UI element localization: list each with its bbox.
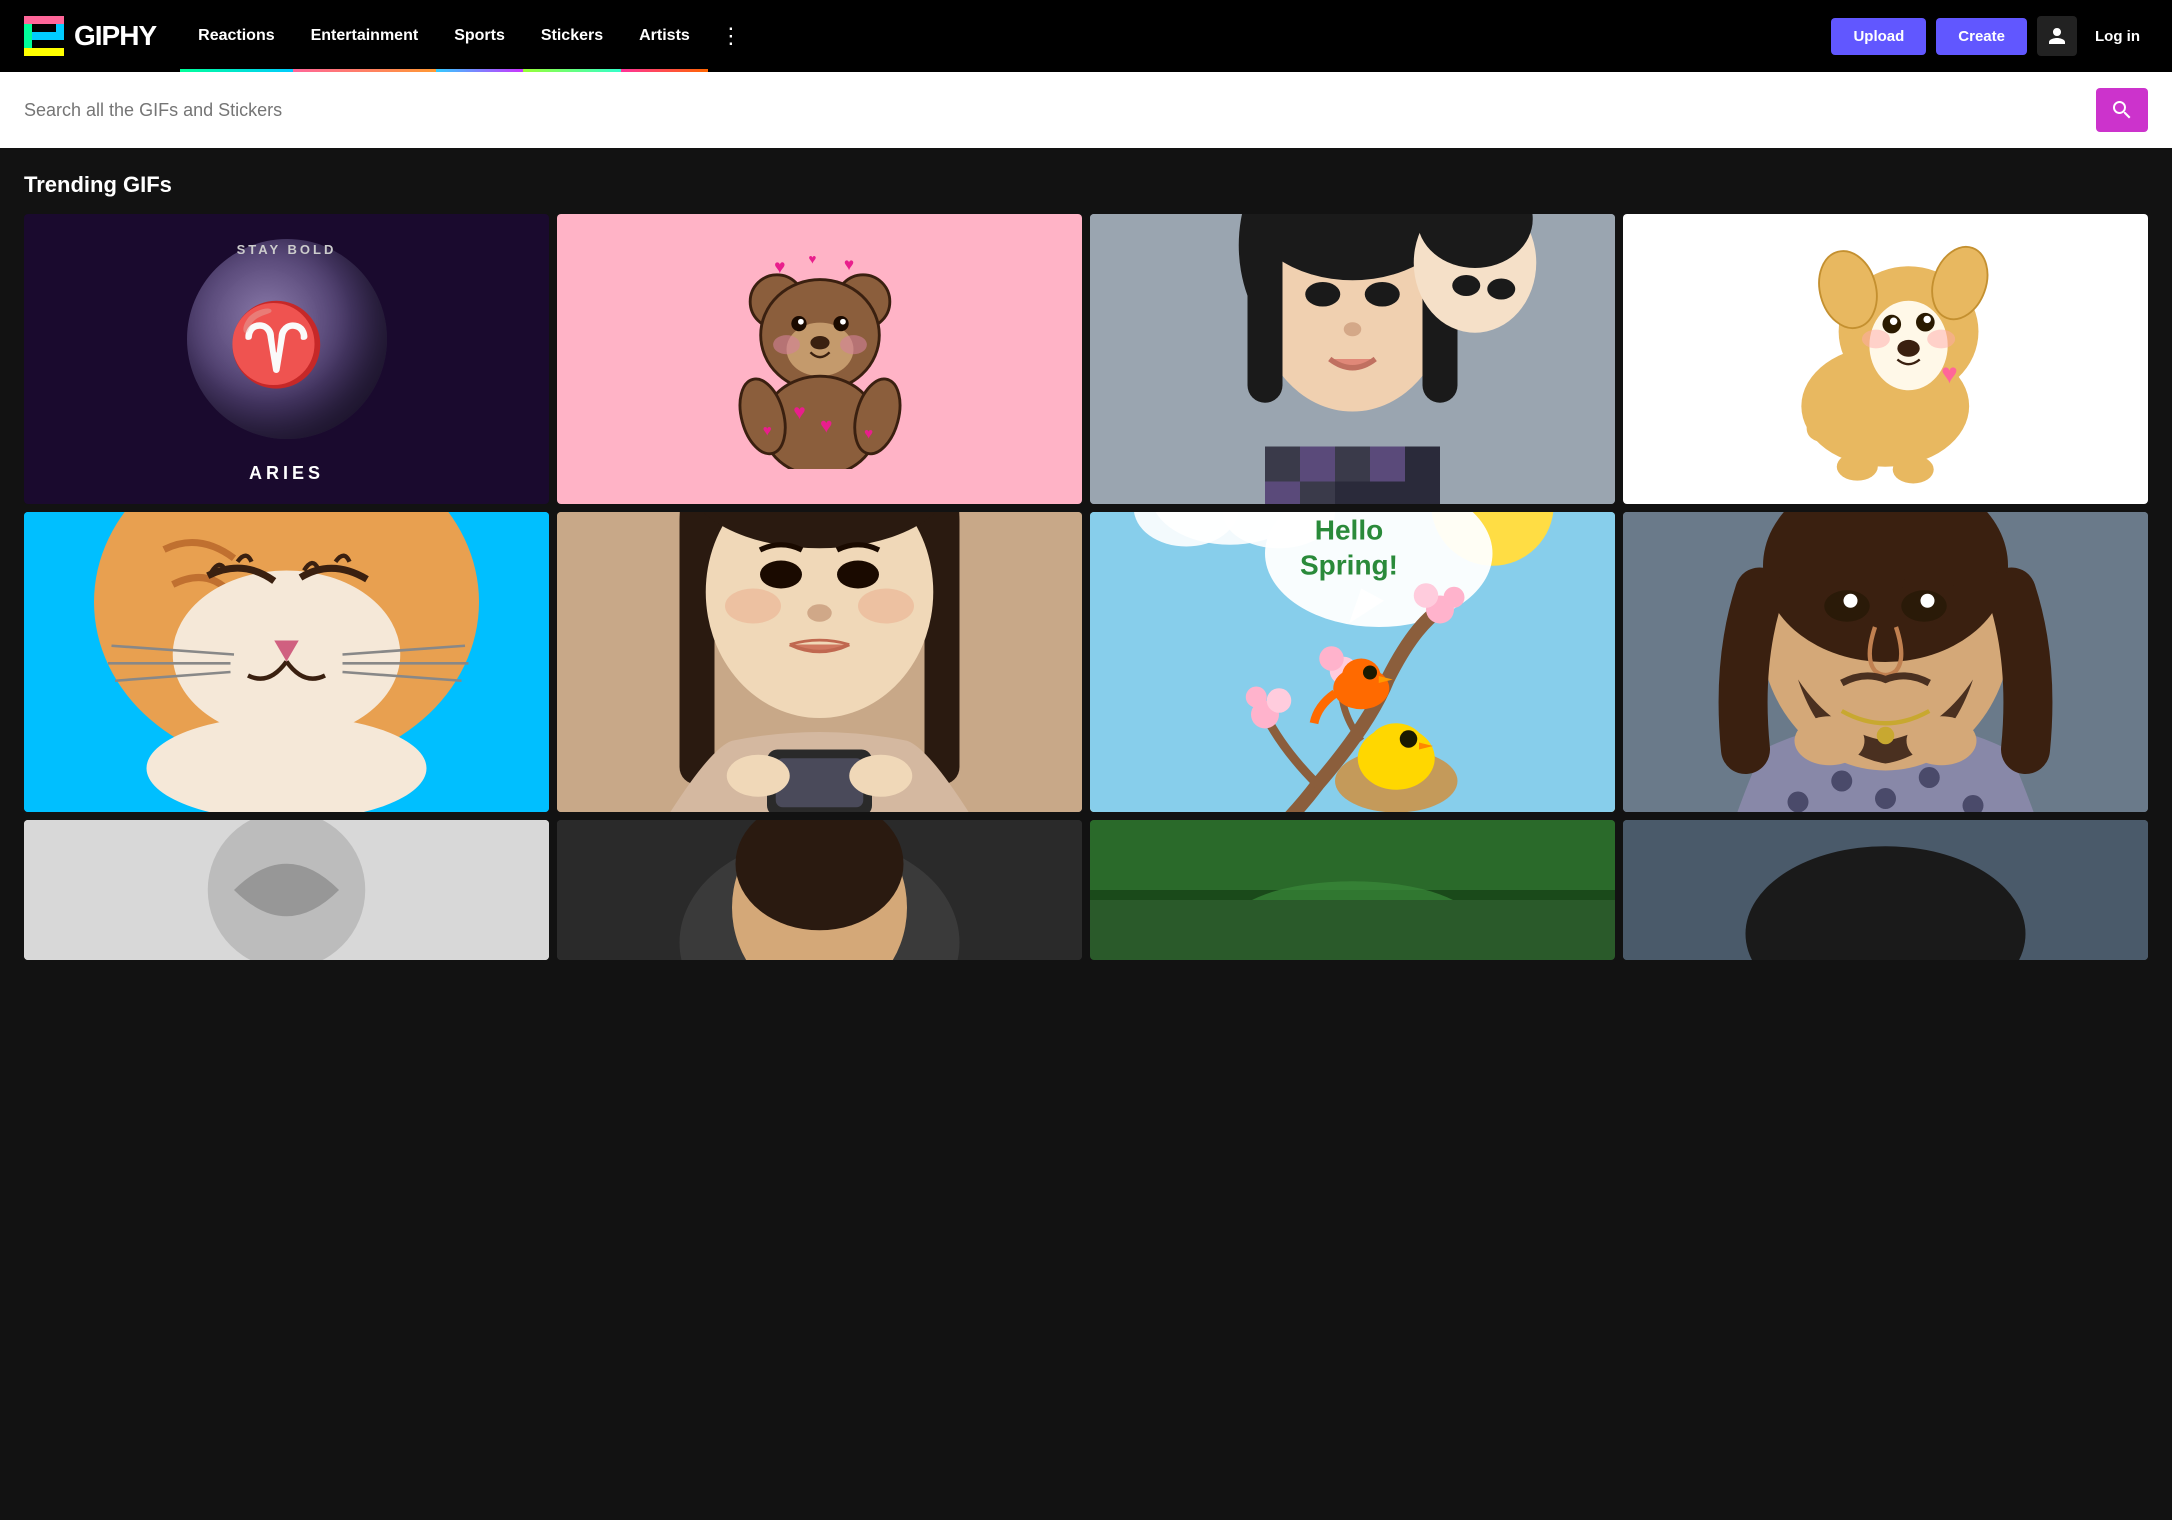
gif-grid-row-3 bbox=[24, 820, 2148, 960]
gif-grid-row-1: STAY BOLD ♈ ARIES bbox=[24, 214, 2148, 504]
bear-svg: ♥ ♥ ♥ ♥ ♥ ♥ ♥ bbox=[730, 249, 910, 469]
navbar: GIPHY Reactions Entertainment Sports Sti… bbox=[0, 0, 2172, 72]
user-icon-button[interactable] bbox=[2037, 16, 2077, 56]
corgi-svg: ♥ bbox=[1649, 229, 2122, 490]
svg-text:♥: ♥ bbox=[820, 415, 833, 438]
nav-item-stickers[interactable]: Stickers bbox=[523, 0, 621, 72]
svg-text:Hello: Hello bbox=[1315, 515, 1383, 546]
aries-symbol: ♈ bbox=[227, 298, 327, 392]
create-button[interactable]: Create bbox=[1936, 18, 2027, 55]
svg-text:♥: ♥ bbox=[1941, 357, 1958, 388]
gif-item-corgi[interactable]: ♥ bbox=[1623, 214, 2148, 504]
svg-text:♥: ♥ bbox=[774, 257, 785, 278]
gif-item-girl[interactable] bbox=[1090, 214, 1615, 504]
svg-text:♥: ♥ bbox=[864, 425, 873, 442]
spring-svg: Hello Spring! bbox=[1090, 512, 1615, 812]
logo-text: GIPHY bbox=[74, 20, 156, 52]
aries-label: ARIES bbox=[249, 463, 324, 484]
search-section bbox=[0, 72, 2172, 148]
gif-item-cat[interactable] bbox=[24, 512, 549, 812]
cat-svg bbox=[24, 512, 549, 812]
gif-item-bottom-left[interactable] bbox=[24, 820, 549, 960]
logo[interactable]: GIPHY bbox=[24, 16, 156, 56]
svg-text:♥: ♥ bbox=[793, 401, 806, 424]
bottom-center-svg bbox=[557, 820, 1082, 960]
svg-text:♥: ♥ bbox=[843, 254, 853, 274]
user-icon bbox=[2047, 26, 2067, 46]
man-svg bbox=[1623, 512, 2148, 812]
nav-item-sports[interactable]: Sports bbox=[436, 0, 523, 72]
bottom-right-svg bbox=[1623, 820, 2148, 960]
girl-svg bbox=[1090, 214, 1615, 504]
nav-item-entertainment[interactable]: Entertainment bbox=[293, 0, 437, 72]
search-input[interactable] bbox=[24, 92, 2096, 129]
gif-item-spring[interactable]: Hello Spring! bbox=[1090, 512, 1615, 812]
giphy-logo-icon bbox=[24, 16, 64, 56]
nav-right: Upload Create Log in bbox=[1831, 16, 2148, 56]
more-options-button[interactable]: ⋮ bbox=[708, 0, 754, 72]
main-content: Trending GIFs STAY BOLD ♈ ARIES bbox=[0, 148, 2172, 992]
svg-text:♥: ♥ bbox=[808, 251, 816, 266]
gif-item-bear[interactable]: ♥ ♥ ♥ ♥ ♥ ♥ ♥ bbox=[557, 214, 1082, 504]
bottom-green-svg bbox=[1090, 820, 1615, 900]
search-bar bbox=[24, 88, 2148, 132]
nav-item-reactions[interactable]: Reactions bbox=[180, 0, 292, 72]
gif-item-bottom-center-1[interactable] bbox=[557, 820, 1082, 960]
nav-links: Reactions Entertainment Sports Stickers … bbox=[180, 0, 1815, 72]
trending-title: Trending GIFs bbox=[24, 172, 2148, 198]
stay-bold-text: STAY BOLD bbox=[237, 242, 337, 257]
svg-text:♥: ♥ bbox=[762, 423, 771, 440]
gif-grid-row-2: GQ Hello Spring! bbox=[24, 512, 2148, 812]
nav-item-artists[interactable]: Artists bbox=[621, 0, 708, 72]
bottom-left-svg bbox=[24, 820, 549, 960]
kim-svg: GQ bbox=[557, 512, 1082, 812]
gif-item-kim[interactable]: GQ bbox=[557, 512, 1082, 812]
upload-button[interactable]: Upload bbox=[1831, 18, 1926, 55]
login-button[interactable]: Log in bbox=[2087, 18, 2148, 55]
gif-item-man[interactable] bbox=[1623, 512, 2148, 812]
gif-item-bottom-center-2[interactable] bbox=[1090, 820, 1615, 960]
svg-text:Spring!: Spring! bbox=[1300, 550, 1398, 581]
search-button[interactable] bbox=[2096, 88, 2148, 132]
gif-item-aries[interactable]: STAY BOLD ♈ ARIES bbox=[24, 214, 549, 504]
gif-item-bottom-right[interactable] bbox=[1623, 820, 2148, 960]
search-icon bbox=[2110, 98, 2134, 122]
